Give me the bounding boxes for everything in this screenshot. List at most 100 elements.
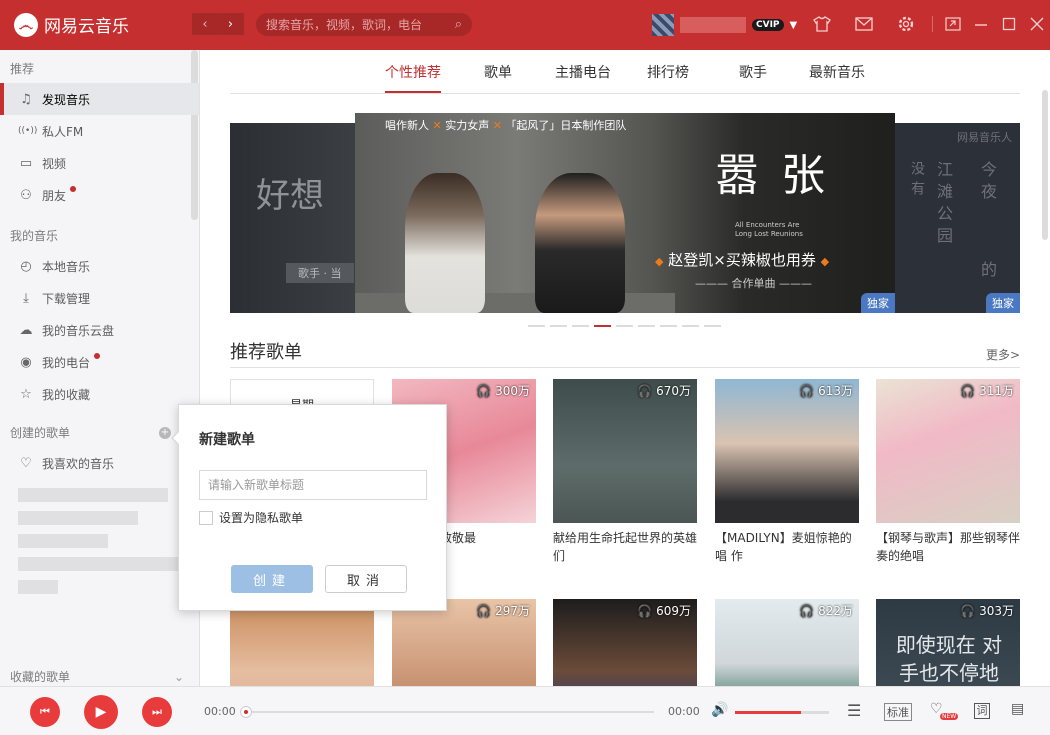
blurred-playlist[interactable] — [18, 511, 138, 525]
tab-playlists[interactable]: 歌单 — [484, 62, 512, 82]
playlist-card[interactable]: 🎧 311万 【钢琴与歌声】那些钢琴伴奏的绝唱 — [876, 379, 1020, 565]
sidebar-item-discover[interactable]: ♫ 发现音乐 — [0, 83, 199, 115]
banner-brand: 网易音乐人 — [957, 131, 1012, 144]
playlist-card[interactable]: 🎧 670万 献给用生命托起世界的英雄们 — [553, 379, 697, 565]
avatar[interactable] — [652, 14, 674, 36]
private-playlist-option[interactable]: 设置为隐私歌单 — [199, 509, 303, 526]
search-box[interactable]: ⌕ — [256, 13, 472, 36]
blurred-playlist[interactable] — [18, 580, 58, 594]
mini-mode-icon[interactable] — [945, 14, 961, 34]
vip-badge[interactable]: CVIP — [752, 19, 784, 31]
sidebar-item-downloads[interactable]: ⤓ 下载管理 — [0, 282, 199, 314]
playlist-card[interactable]: 🎧 822万 — [715, 599, 859, 686]
sidebar-item-liked-music[interactable]: ♡ 我喜欢的音乐 — [0, 447, 199, 479]
playlist-list-icon[interactable]: ▤ — [1011, 701, 1024, 717]
tab-personalized[interactable]: 个性推荐 — [385, 62, 441, 93]
carousel-dot-active[interactable] — [594, 325, 611, 327]
create-button[interactable]: 创建 — [231, 565, 313, 593]
playlist-card[interactable] — [230, 599, 374, 686]
minimize-icon[interactable] — [973, 14, 989, 34]
search-icon[interactable]: ⌕ — [455, 17, 462, 32]
cancel-button[interactable]: 取消 — [325, 565, 407, 593]
chevron-down-icon[interactable]: ▼ — [790, 20, 798, 31]
mail-icon[interactable] — [854, 14, 874, 34]
more-link[interactable]: 更多> — [986, 346, 1020, 363]
tab-charts[interactable]: 排行榜 — [647, 62, 689, 82]
playlist-cover[interactable]: 🎧 822万 — [715, 599, 859, 686]
sidebar-item-local-music[interactable]: ◴ 本地音乐 — [0, 250, 199, 282]
app-logo[interactable]: ෴ 网易云音乐 — [14, 12, 129, 37]
playlist-cover[interactable]: 🎧 609万 — [553, 599, 697, 686]
playlist-cover[interactable]: 🎧 311万 — [876, 379, 1020, 523]
sidebar-item-cloud-disk[interactable]: ☁ 我的音乐云盘 — [0, 314, 199, 346]
radio-icon: ◉ — [20, 354, 32, 370]
progress-knob[interactable] — [240, 706, 252, 718]
blurred-playlist[interactable] — [18, 557, 178, 571]
lyrics-button[interactable]: 词 — [974, 703, 990, 719]
play-button[interactable]: ▶ — [84, 695, 118, 729]
carousel-dot[interactable] — [616, 325, 633, 327]
playlist-cover[interactable] — [230, 599, 374, 686]
section-label-created: 创建的歌单 — [10, 426, 71, 440]
title-bar: ෴ 网易云音乐 ‹ › ⌕ CVIP ▼ — [0, 0, 1050, 50]
playlist-title-input[interactable] — [199, 470, 427, 500]
close-icon[interactable] — [1029, 14, 1045, 34]
banner-current-slide[interactable]: 唱作新人 ✕ 实力女声 ✕ 「起风了」日本制作团队 嚣张 All Encount… — [355, 113, 895, 313]
playlist-cover[interactable]: 🎧 303万 即使现在 对手也不停地 — [876, 599, 1020, 686]
sidebar-item-friends[interactable]: ⚇ 朋友 — [0, 179, 199, 211]
skin-icon[interactable] — [812, 14, 832, 34]
playlist-cover[interactable]: 🎧 670万 — [553, 379, 697, 523]
sidebar-item-collection[interactable]: ☆ 我的收藏 — [0, 378, 199, 410]
section-collected-playlists[interactable]: 收藏的歌单 ⌄ — [0, 658, 199, 686]
quality-button[interactable]: 标准 — [884, 703, 912, 721]
playlist-card[interactable]: 🎧 303万 即使现在 对手也不停地 — [876, 599, 1020, 686]
sidebar-item-fm[interactable]: ((•)) 私人FM — [0, 115, 199, 147]
playlist-title[interactable]: 献给用生命托起世界的英雄们 — [553, 529, 697, 565]
banner-carousel[interactable]: 好想 歌手 · 当 网易音乐人 今夜 江滩公园 的 没有 独家 唱作新人 ✕ 实… — [230, 113, 1020, 313]
private-checkbox[interactable] — [199, 510, 213, 525]
carousel-dot[interactable] — [660, 325, 677, 327]
playlist-card[interactable]: 🎧 297万 — [392, 599, 536, 686]
section-label-collected: 收藏的歌单 — [10, 670, 71, 684]
add-playlist-icon[interactable]: + — [159, 426, 171, 439]
playlist-cover[interactable]: 🎧 297万 — [392, 599, 536, 686]
banner-promo: ◆ 赵登凯×买辣椒也用券 ◆ — [655, 251, 830, 269]
tab-radio[interactable]: 主播电台 — [555, 62, 611, 82]
user-menu[interactable]: CVIP ▼ — [652, 14, 797, 36]
tab-artists[interactable]: 歌手 — [739, 62, 767, 82]
video-icon: ▭ — [19, 155, 33, 171]
sidebar-item-video[interactable]: ▭ 视频 — [0, 147, 199, 179]
playlist-card[interactable]: 🎧 609万 — [553, 599, 697, 686]
chevron-down-icon[interactable]: ⌄ — [174, 670, 184, 684]
carousel-dot[interactable] — [682, 325, 699, 327]
carousel-dot[interactable] — [572, 325, 589, 327]
carousel-indicators[interactable] — [528, 325, 721, 327]
blurred-playlist[interactable] — [18, 534, 108, 548]
playlist-card[interactable]: 🎧 613万 【MADILYN】麦姐惊艳的唱 作 — [715, 379, 859, 565]
playlist-cover[interactable]: 🎧 613万 — [715, 379, 859, 523]
volume-icon[interactable]: 🔊 — [711, 702, 728, 718]
previous-track-button[interactable]: ⏮ — [30, 697, 60, 727]
playlist-title[interactable]: 【MADILYN】麦姐惊艳的唱 作 — [715, 529, 859, 565]
next-track-button[interactable]: ⏭ — [142, 697, 172, 727]
playlist-title[interactable]: 【钢琴与歌声】那些钢琴伴奏的绝唱 — [876, 529, 1020, 565]
volume-slider[interactable] — [735, 711, 829, 714]
forward-button[interactable]: › — [218, 13, 244, 35]
carousel-dot[interactable] — [528, 325, 545, 327]
banner-next-slide[interactable]: 网易音乐人 今夜 江滩公园 的 没有 独家 — [895, 123, 1020, 313]
progress-bar[interactable] — [240, 706, 654, 718]
search-input[interactable] — [266, 17, 455, 32]
username-blurred[interactable] — [680, 17, 746, 33]
sidebar-item-my-radio[interactable]: ◉ 我的电台 — [0, 346, 199, 378]
carousel-dot[interactable] — [704, 325, 721, 327]
back-button[interactable]: ‹ — [192, 13, 218, 35]
settings-icon[interactable] — [896, 14, 916, 34]
main-scrollbar[interactable] — [1042, 90, 1048, 240]
tab-new-music[interactable]: 最新音乐 — [809, 62, 865, 82]
blurred-playlist[interactable] — [18, 488, 168, 502]
carousel-dot[interactable] — [550, 325, 567, 327]
maximize-icon[interactable] — [1001, 14, 1017, 34]
carousel-dot[interactable] — [638, 325, 655, 327]
banner-prev-slide[interactable]: 好想 歌手 · 当 — [230, 123, 360, 313]
playlist-queue-icon[interactable]: ☰ — [847, 701, 861, 720]
